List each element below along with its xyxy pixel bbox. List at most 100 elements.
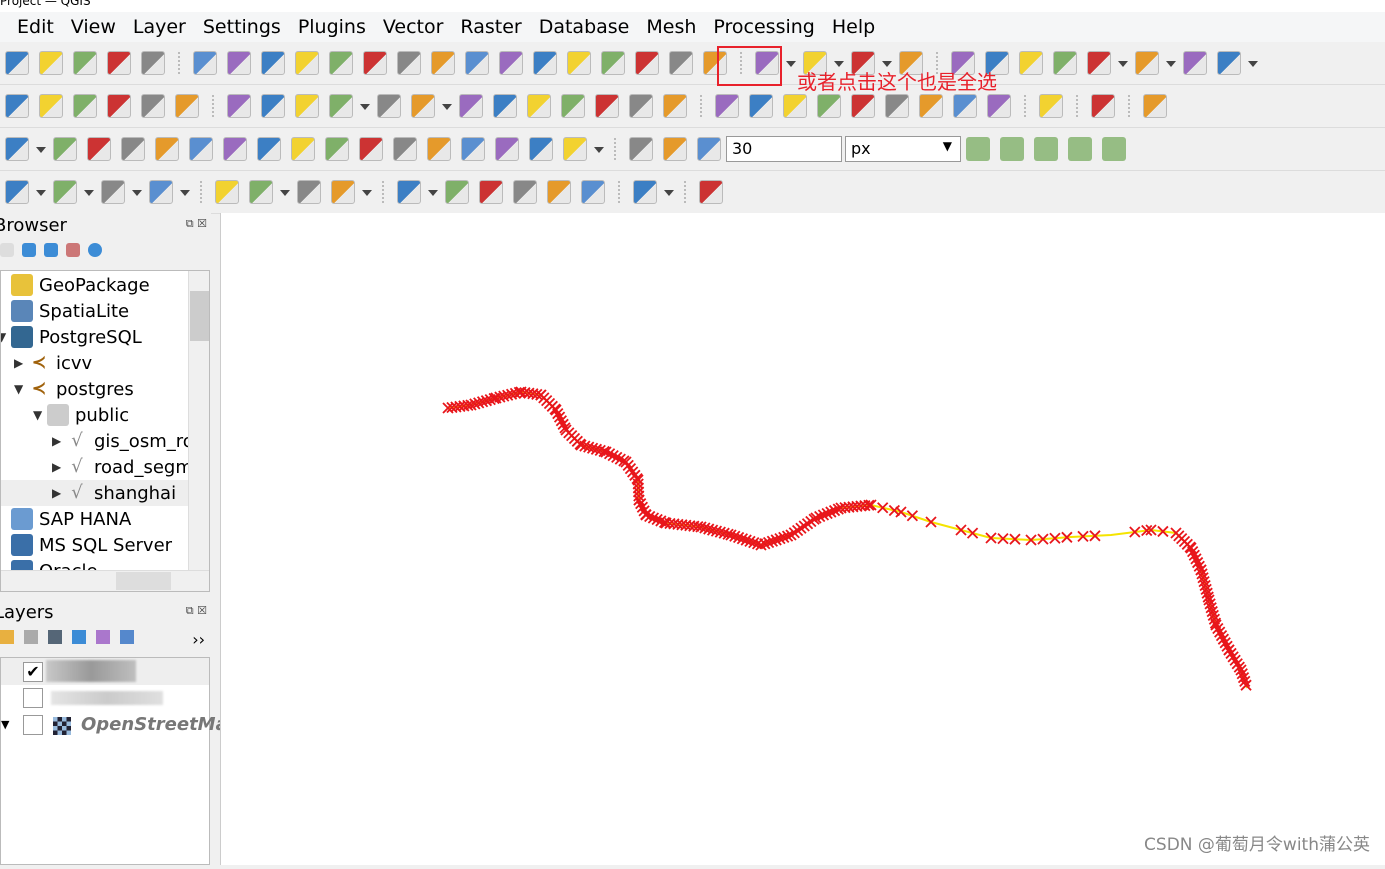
statistics-icon[interactable] [1053,51,1077,75]
browser-item[interactable]: ▼ public [33,402,129,428]
expander-icon[interactable]: ▼ [0,330,11,344]
new-3d-map-icon[interactable] [567,51,591,75]
rotate-label-icon[interactable] [919,94,943,118]
label-text-icon[interactable] [397,180,421,204]
circle-icon[interactable] [5,180,29,204]
dropdown-arrow-icon[interactable] [1118,51,1128,75]
field-calculator-icon[interactable] [1087,51,1111,75]
rotate-feature-icon[interactable] [53,137,77,161]
snapping-icon[interactable] [629,137,653,161]
add-part-icon[interactable] [189,137,213,161]
browser-item[interactable]: ▶ √ road_segm [52,454,193,480]
expander-icon[interactable]: ▼ [33,408,47,422]
tracing-icon[interactable] [1102,137,1126,161]
browser-item[interactable]: SpatiaLite [0,298,129,324]
undo-icon[interactable] [629,94,653,118]
refresh-icon[interactable] [22,243,36,257]
expander-icon[interactable]: ▶ [52,486,66,500]
topology-icon[interactable] [966,137,990,161]
polygon-icon[interactable] [149,180,173,204]
filter-icon[interactable] [44,243,58,257]
visibility-icon[interactable] [48,630,62,644]
new-virtual-layer-icon[interactable] [141,94,165,118]
horizontal-scrollbar[interactable] [1,570,210,591]
annotation-icon[interactable] [1217,51,1241,75]
offset-curve-icon[interactable] [121,137,145,161]
save-project-icon[interactable] [39,51,63,75]
menu-database[interactable]: Database [539,16,630,38]
expander-icon[interactable]: ▶ [14,356,28,370]
dropdown-arrow-icon[interactable] [664,180,674,204]
menu-processing[interactable]: Processing [713,16,814,38]
zoom-to-selection-icon[interactable] [363,51,387,75]
toolbox-icon[interactable] [1019,51,1043,75]
digitize-line-icon[interactable] [329,94,353,118]
layers-tree[interactable]: ✔ ▼ OpenStreetMap [0,657,210,865]
dropdown-arrow-icon[interactable] [362,180,372,204]
browser-item[interactable]: ▶ ≺ icvv [14,350,92,376]
move-feature-icon[interactable] [297,180,321,204]
zoom-full-icon[interactable] [329,51,353,75]
filter-legend-icon[interactable] [72,630,86,644]
avoid-overlap-icon[interactable] [1000,137,1024,161]
more-tools-button[interactable]: ›› [192,630,205,649]
menu-help[interactable]: Help [832,16,875,38]
road-line[interactable] [448,392,1247,688]
snap-vertex-icon[interactable] [697,137,721,161]
dropdown-arrow-icon[interactable] [132,180,142,204]
delete-selected-icon[interactable] [493,94,517,118]
menu-plugins[interactable]: Plugins [298,16,366,38]
dropdown-arrow-icon[interactable] [36,137,46,161]
copy-features-icon[interactable] [561,94,585,118]
intersection-icon[interactable] [1034,137,1058,161]
zoom-in-icon[interactable] [261,51,285,75]
menu-vector[interactable]: Vector [383,16,444,38]
browser-item[interactable]: ▶ √ shanghai [1,480,210,506]
layout-manager-icon[interactable] [107,51,131,75]
browser-item[interactable]: ▼ ≺ postgres [14,376,134,402]
new-layer-icon[interactable] [5,94,29,118]
browser-item[interactable]: MS SQL Server [0,532,172,558]
panel-float-close-buttons[interactable]: ⧉ ☒ [186,604,207,618]
dropdown-arrow-icon[interactable] [1248,51,1258,75]
rectangle-icon[interactable] [101,180,125,204]
edit-label-icon[interactable] [987,94,1011,118]
new-mesh-icon[interactable] [175,94,199,118]
snap-tolerance-input[interactable]: 30 [726,136,842,162]
layer-name-osm[interactable]: OpenStreetMap [81,714,241,735]
dropdown-arrow-icon[interactable] [280,180,290,204]
label-icon[interactable] [715,94,739,118]
add-selected-icon[interactable] [0,243,14,257]
new-map-view-icon[interactable] [533,51,557,75]
text-annotation-icon[interactable] [633,180,657,204]
zoom-out-icon[interactable] [295,51,319,75]
toggle-editing-icon[interactable] [261,94,285,118]
new-print-layout-icon[interactable] [73,51,97,75]
split-parts-icon[interactable] [461,137,485,161]
open-project-icon[interactable] [5,51,29,75]
temporal-controller-icon[interactable] [669,51,693,75]
select-georef-icon[interactable] [249,180,273,204]
dropdown-arrow-icon[interactable] [786,51,796,75]
paste-features-icon[interactable] [595,94,619,118]
style-icon[interactable] [0,630,14,644]
menu-settings[interactable]: Settings [203,16,281,38]
map-tips-icon[interactable] [1183,51,1207,75]
menu-layer[interactable]: Layer [133,16,186,38]
pointer-annotation-icon[interactable] [699,180,723,204]
add-group-icon[interactable] [24,630,38,644]
select-move-annotation-icon[interactable] [445,180,469,204]
add-marker-annotation-icon[interactable] [547,180,571,204]
add-ring-icon[interactable] [155,137,179,161]
dropdown-arrow-icon[interactable] [594,137,604,161]
label-highlight-icon[interactable] [817,94,841,118]
layer-checkbox[interactable]: ✔ [23,662,43,682]
dropdown-arrow-icon[interactable] [442,94,452,118]
split-features-icon[interactable] [427,137,451,161]
browser-item[interactable]: ▶ √ gis_osm_ro [52,428,194,454]
show-bookmarks-icon[interactable] [635,51,659,75]
browser-tree[interactable]: OracleMS SQL ServerSAP HANA▶√shanghai▶√r… [0,270,210,592]
reshape-features-icon[interactable] [325,137,349,161]
vertex-tool-icon[interactable] [377,94,401,118]
new-spatialite-icon[interactable] [73,94,97,118]
